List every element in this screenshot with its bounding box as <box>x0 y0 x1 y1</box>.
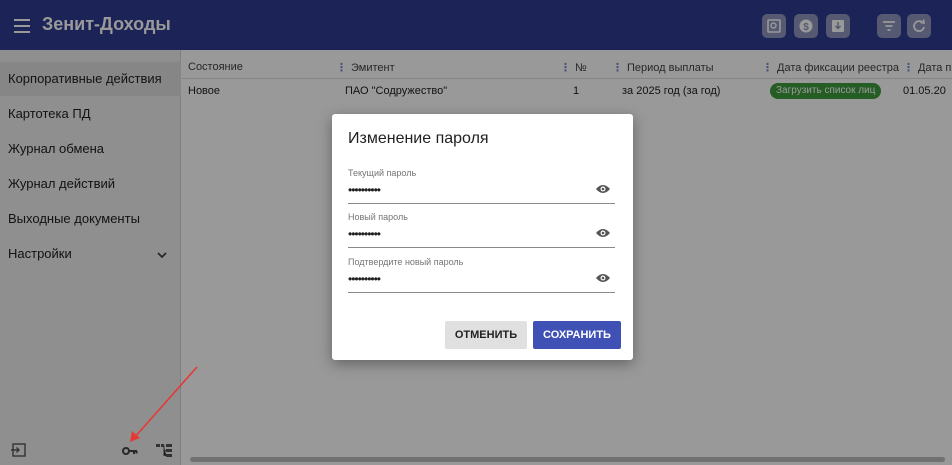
annotation-arrow <box>130 366 198 442</box>
